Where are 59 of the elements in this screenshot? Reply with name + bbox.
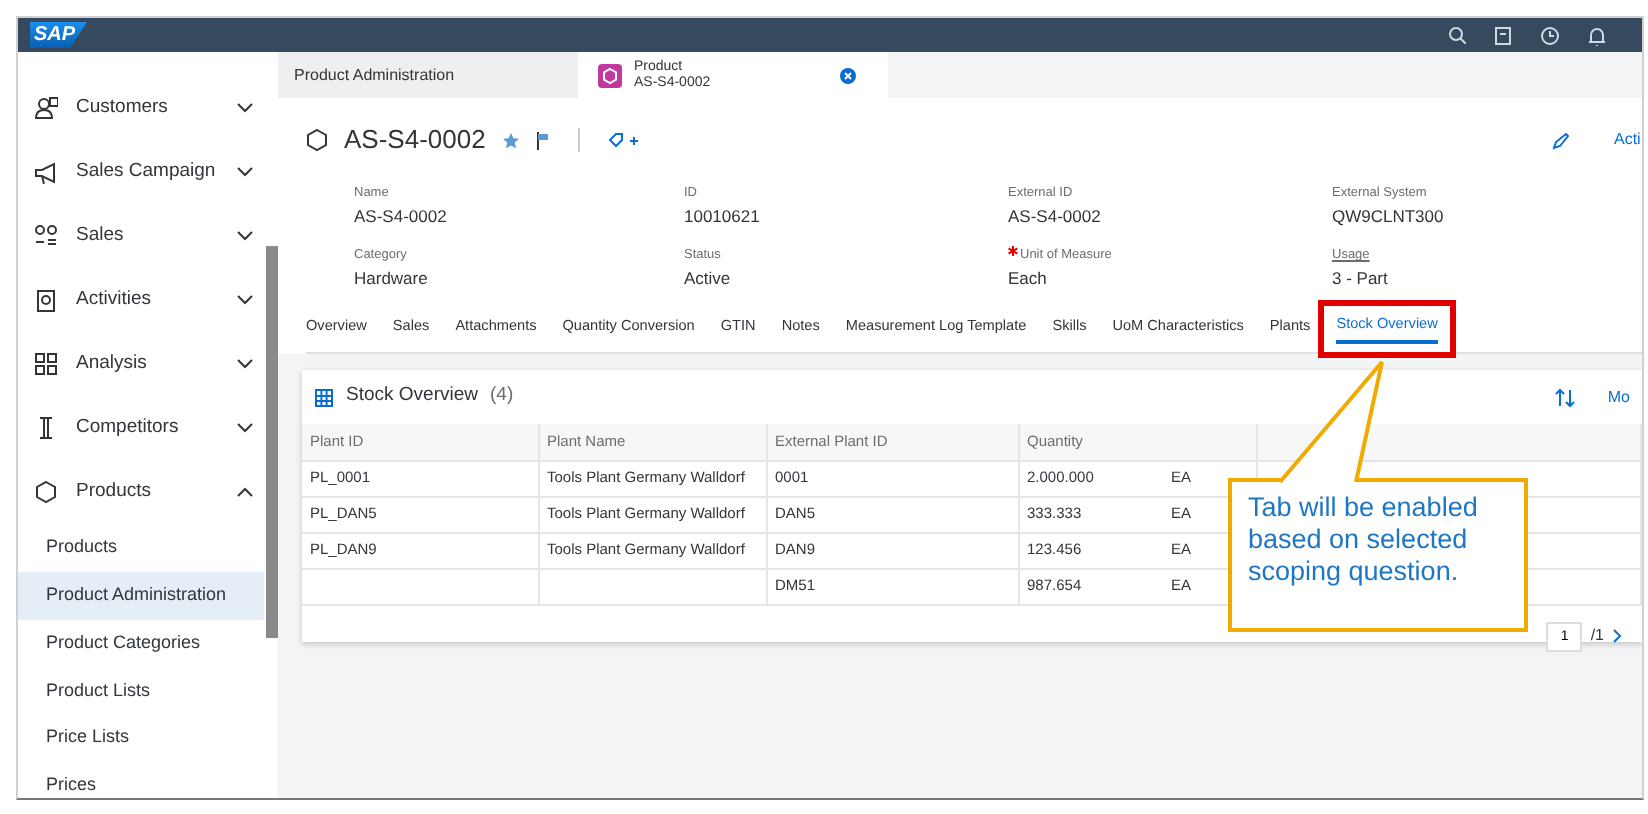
sidebar-subitem[interactable]: Prices (18, 761, 264, 798)
menu-item-icon (34, 160, 58, 184)
clock-icon[interactable] (1540, 25, 1560, 45)
sidebar-subitem[interactable]: Price Lists (18, 714, 264, 762)
sidebar-item[interactable]: Competitors (76, 413, 218, 443)
sidebar-item[interactable]: Sales Campaign (76, 157, 218, 187)
page-total: /1 (1590, 624, 1604, 648)
bell-icon[interactable] (1588, 25, 1606, 45)
menu-item-icon (34, 224, 58, 248)
menu-item-icon (34, 96, 58, 120)
menu-item-icon (34, 480, 58, 504)
expand-icon[interactable] (236, 166, 254, 178)
sidebar-subitem[interactable]: Product Lists (18, 666, 264, 715)
table-icon (314, 387, 334, 407)
logo[interactable]: SAP (30, 22, 88, 48)
sidebar-item[interactable]: Activities (76, 285, 218, 315)
sidebar-subitem[interactable]: Product Categories (18, 619, 264, 667)
menu-item-icon (34, 352, 58, 376)
flag-icon[interactable] (535, 131, 550, 149)
search-icon[interactable] (1448, 25, 1466, 43)
next-page-icon[interactable] (1612, 628, 1622, 644)
field-value: AS-S4-0002 (1008, 204, 1103, 228)
menu-item-icon (34, 416, 58, 440)
expand-icon[interactable] (236, 422, 254, 434)
edit-icon[interactable] (1552, 131, 1570, 149)
sidebar-item[interactable]: Customers (76, 93, 218, 123)
highlight-frame (1318, 300, 1456, 358)
star-icon[interactable] (501, 131, 520, 149)
collapse-icon[interactable] (236, 486, 254, 498)
expand-icon[interactable] (236, 294, 254, 306)
sidebar-item[interactable]: Sales (76, 221, 218, 251)
expand-icon[interactable] (236, 358, 254, 370)
sidebar-subitem[interactable]: Products (18, 524, 264, 572)
table-count: (4) (490, 382, 514, 411)
product-icon (306, 128, 328, 152)
expand-icon[interactable] (236, 230, 254, 242)
field-value: Active (684, 266, 733, 290)
sort-icon[interactable] (1553, 387, 1576, 407)
object-title: AS-S4-0002 (344, 122, 486, 159)
field-value: 10010621 (684, 204, 762, 228)
menu-item-icon (34, 288, 58, 312)
field-value: AS-S4-0002 (354, 204, 449, 228)
sidebar-item[interactable]: Products (76, 477, 218, 507)
field-value: 3 - Part (1332, 266, 1390, 290)
field-value: Each (1008, 266, 1049, 290)
page-tab[interactable]: Product Administration (278, 52, 578, 98)
field-value: QW9CLNT300 (1332, 204, 1446, 228)
document-icon[interactable] (1494, 25, 1512, 45)
product-icon (598, 63, 622, 87)
scrollbar[interactable] (266, 246, 278, 638)
add-tag-icon[interactable] (607, 131, 638, 149)
field-value: Hardware (354, 266, 430, 290)
table-title: Stock Overview (346, 382, 478, 411)
more-link[interactable]: Mo (1607, 385, 1630, 409)
sidebar-item[interactable]: Analysis (76, 349, 218, 379)
expand-icon[interactable] (236, 102, 254, 114)
sidebar-subitem[interactable]: Product Administration (18, 571, 264, 620)
actions-link[interactable]: Acti (1614, 128, 1642, 152)
close-icon[interactable] (840, 67, 856, 83)
